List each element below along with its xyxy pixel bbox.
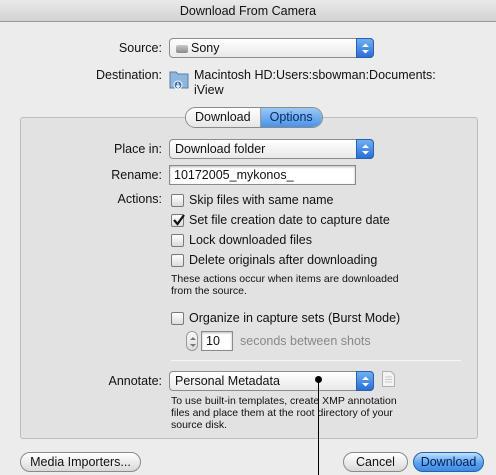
rename-label: Rename: (111, 168, 162, 182)
checkbox-label: Skip files with same name (189, 193, 334, 207)
set-creation-date-checkbox[interactable]: Set file creation date to capture date (171, 211, 390, 229)
checkbox-label: Delete originals after downloading (189, 253, 378, 267)
source-label: Source: (118, 41, 162, 55)
actions-note: These actions occur when items are downl… (171, 273, 399, 297)
folder-icon (169, 68, 189, 92)
tab-download[interactable]: Download (186, 108, 261, 127)
rename-field[interactable]: 10172005_mykonos_ (169, 165, 356, 185)
checkbox-box[interactable] (171, 311, 184, 325)
cancel-button[interactable]: Cancel (343, 452, 408, 472)
checkbox-label: Organize in capture sets (Burst Mode) (189, 311, 401, 325)
download-button[interactable]: Download (413, 452, 484, 472)
source-value: Sony (191, 41, 220, 55)
place-in-value: Download folder (175, 142, 266, 156)
edit-template-icon[interactable] (382, 371, 395, 387)
divider (171, 360, 461, 361)
checkbox-label: Set file creation date to capture date (189, 213, 390, 227)
annotate-value: Personal Metadata (175, 374, 280, 388)
checkmark-icon (173, 213, 185, 226)
checkbox-box[interactable] (171, 253, 184, 267)
actions-label: Actions: (117, 192, 162, 206)
window-title: Download From Camera (0, 0, 496, 22)
camera-icon (176, 44, 188, 53)
checkbox-box[interactable] (171, 213, 185, 227)
media-importers-button[interactable]: Media Importers... (20, 452, 141, 472)
organize-capture-sets-checkbox[interactable]: Organize in capture sets (Burst Mode) (171, 309, 400, 327)
seconds-stepper[interactable] (186, 331, 198, 351)
checkbox-box[interactable] (171, 193, 184, 207)
destination-label: Destination: (95, 68, 162, 82)
skip-files-checkbox[interactable]: Skip files with same name (171, 191, 334, 209)
checkbox-label: Lock downloaded files (189, 233, 312, 247)
popup-arrows-icon (356, 38, 374, 58)
source-popup[interactable]: Sony (169, 38, 374, 58)
place-in-popup[interactable]: Download folder (169, 139, 374, 159)
annotate-label: Annotate: (108, 374, 162, 388)
popup-arrows-icon (356, 371, 374, 391)
tab-options[interactable]: Options (260, 108, 322, 127)
place-in-label: Place in: (114, 142, 162, 156)
tab-control[interactable]: Download Options (185, 107, 323, 128)
popup-arrows-icon (356, 139, 374, 159)
delete-originals-checkbox[interactable]: Delete originals after downloading (171, 251, 377, 269)
seconds-label: seconds between shots (240, 334, 371, 348)
callout-line (318, 379, 319, 475)
stepper-arrows-icon (190, 337, 196, 347)
destination-path: Macintosh HD:Users:sbowman:Documents: iV… (194, 68, 436, 97)
checkbox-box[interactable] (171, 233, 184, 247)
seconds-field[interactable]: 10 (201, 331, 233, 351)
annotate-popup[interactable]: Personal Metadata (169, 371, 374, 391)
lock-files-checkbox[interactable]: Lock downloaded files (171, 231, 312, 249)
annotate-note: To use built-in templates, create XMP an… (171, 395, 397, 431)
